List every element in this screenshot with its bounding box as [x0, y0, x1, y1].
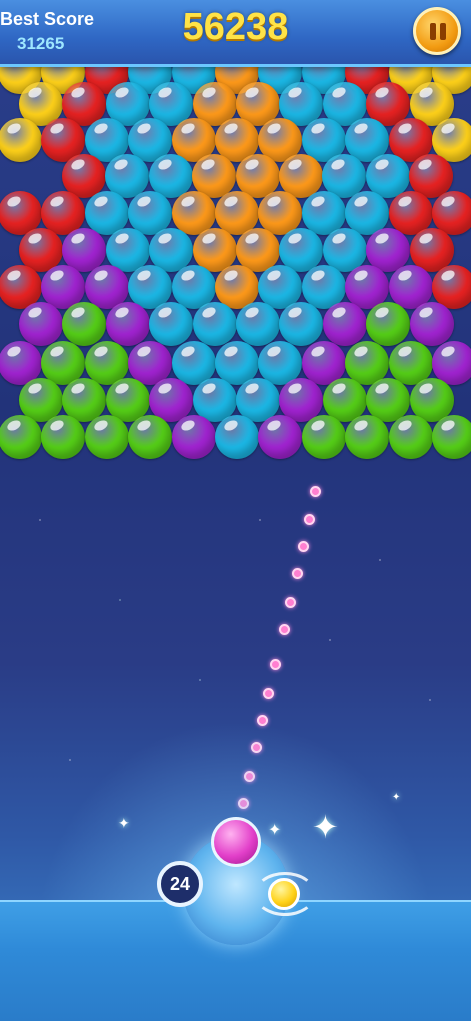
aim-dot — [292, 568, 303, 579]
aim-dot — [304, 514, 315, 525]
sparkle-icon: ✦ — [312, 809, 339, 845]
current-bubble[interactable] — [211, 817, 261, 867]
bubble — [84, 415, 129, 459]
bubble — [171, 415, 216, 459]
pause-icon — [430, 23, 436, 40]
bubble — [19, 302, 63, 346]
bubble — [149, 302, 194, 346]
bubble — [432, 415, 471, 459]
bubble — [322, 302, 367, 346]
bubble — [366, 302, 411, 346]
bubble — [62, 302, 107, 346]
bubble — [388, 415, 433, 459]
aim-dot — [310, 486, 321, 497]
bubble — [258, 415, 303, 459]
sparkle-icon: ✦ — [268, 822, 282, 839]
next-bubble[interactable] — [268, 878, 300, 910]
aim-dot — [263, 688, 274, 699]
bubble — [236, 302, 280, 346]
bubble — [0, 118, 42, 162]
bubble — [215, 415, 259, 459]
aim-dot — [279, 624, 290, 635]
bubble — [301, 415, 346, 459]
sparkle-icon: ✦ — [118, 815, 130, 831]
current-score: 56238 — [182, 6, 289, 48]
bubble — [279, 302, 324, 346]
aim-dot — [298, 541, 309, 552]
bubble — [192, 302, 237, 346]
top-bar: Best Score 31265 56238 — [0, 0, 471, 67]
bubble — [409, 302, 454, 346]
bubble — [41, 415, 86, 459]
shots-remaining-counter: 24 — [157, 861, 203, 907]
sparkle-icon: ✦ — [392, 792, 401, 803]
aim-dot — [270, 659, 281, 670]
bubble — [128, 415, 173, 459]
pause-icon — [440, 23, 446, 40]
bubble — [105, 302, 150, 346]
bubble — [0, 415, 42, 459]
bubble — [345, 415, 390, 459]
aim-dot — [285, 597, 296, 608]
pause-button[interactable] — [413, 7, 461, 55]
